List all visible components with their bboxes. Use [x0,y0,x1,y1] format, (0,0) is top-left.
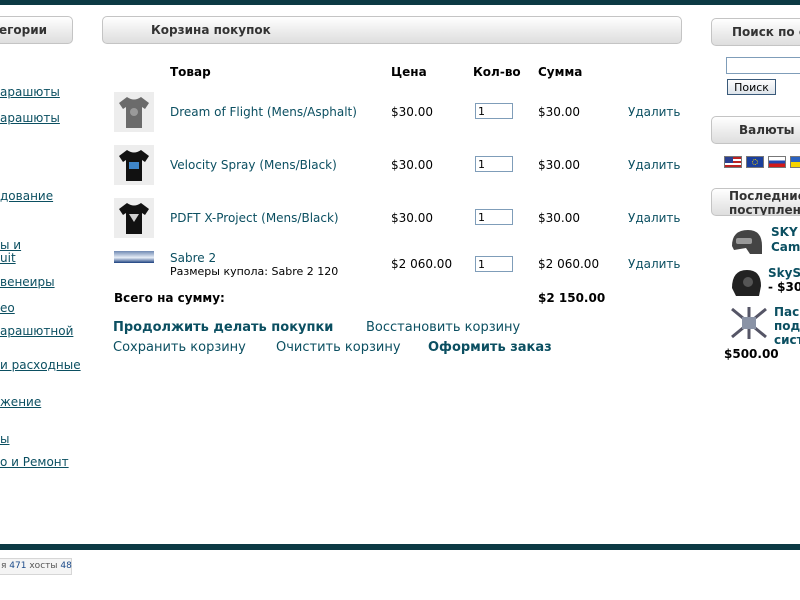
quantity-input[interactable] [475,156,513,172]
category-link[interactable]: дование [0,189,53,203]
new-products-heading: Последние поступлен [711,188,800,216]
price-cell: $30.00 [391,105,433,119]
quantity-input[interactable] [475,103,513,119]
price-cell: $30.00 [391,211,433,225]
category-link[interactable]: ы [0,432,9,446]
category-link[interactable]: арашюты [0,111,60,125]
column-header-qty: Кол-во [473,65,521,79]
usa-flag-icon[interactable] [724,156,742,168]
sum-cell: $2 060.00 [538,257,600,271]
price-cell: $30.00 [391,158,433,172]
visitor-counter[interactable]: я 471 хосты 48 [0,558,72,575]
tshirt-black-icon[interactable] [114,145,154,185]
price-cell: $2 060.00 [391,257,453,271]
helmet-icon[interactable] [726,224,766,264]
search-heading: Поиск по с [711,18,800,46]
save-cart-link[interactable]: Сохранить корзину [113,340,246,355]
counter-label: я [1,561,7,571]
product-name-link[interactable]: Velocity Spray (Mens/Black) [170,158,337,172]
russia-flag-icon[interactable] [768,156,786,168]
sum-cell: $30.00 [538,211,580,225]
remove-item-link[interactable]: Удалить [628,211,681,225]
category-link[interactable]: арашютной [0,324,73,338]
currency-heading: Валюты [711,116,800,144]
category-link[interactable]: венеиры [0,275,55,289]
new-product-price: - $30 [768,280,800,294]
column-header-product: Товар [170,65,211,79]
total-label: Всего на сумму: [114,291,225,305]
column-header-price: Цена [391,65,427,79]
cart-heading: Корзина покупок [102,16,682,44]
footer-bar [0,544,800,550]
sum-cell: $30.00 [538,158,580,172]
remove-item-link[interactable]: Удалить [628,105,681,119]
restore-cart-link[interactable]: Восстановить корзину [366,320,520,335]
tshirt-gray-icon[interactable] [114,92,154,132]
quantity-input[interactable] [475,209,513,225]
ukraine-flag-icon[interactable] [790,156,800,168]
category-link[interactable]: ео [0,301,15,315]
new-product-price: $500.00 [724,347,779,361]
remove-item-link[interactable]: Удалить [628,158,681,172]
clear-cart-link[interactable]: Очистить корзину [276,340,401,355]
product-name-link[interactable]: PDFT X-Project (Mens/Black) [170,211,339,225]
search-input[interactable] [726,57,800,74]
sum-cell: $30.00 [538,105,580,119]
continue-shopping-link[interactable]: Продолжить делать покупки [113,320,333,335]
product-name-link[interactable]: Sabre 2 [170,251,216,265]
category-link[interactable]: и расходные [0,358,81,372]
hosts-count: 48 [60,561,72,571]
hits-count: 471 [9,561,27,571]
eu-flag-icon[interactable] [746,156,764,168]
category-link[interactable]: uit [0,251,16,265]
new-product-link[interactable]: Пас [774,305,799,320]
category-link[interactable]: жение [0,395,41,409]
new-product-link[interactable]: SKY [771,225,798,240]
checkout-link[interactable]: Оформить заказ [428,340,552,355]
search-button[interactable]: Поиск [727,79,776,95]
new-product-link[interactable]: Cam [771,240,800,255]
total-value: $2 150.00 [538,291,606,305]
canopy-banner-icon[interactable] [114,251,154,263]
product-option-text: Размеры купола: Sabre 2 120 [170,265,339,278]
category-link[interactable]: ы и [0,238,21,252]
tshirt-black-icon[interactable] [114,198,154,238]
new-product-link[interactable]: SkyS [768,266,800,281]
harness-system-icon[interactable] [728,305,770,341]
remove-item-link[interactable]: Удалить [628,257,681,271]
category-link[interactable]: арашюты [0,85,60,99]
quantity-input[interactable] [475,256,513,272]
new-product-link[interactable]: под [774,319,800,334]
column-header-sum: Сумма [538,65,583,79]
hosts-label: хосты [29,561,58,571]
category-link[interactable]: о и Ремонт [0,455,69,469]
product-name-link[interactable]: Dream of Flight (Mens/Asphalt) [170,105,357,119]
helmet-icon[interactable] [726,264,766,304]
new-product-link[interactable]: сист [774,333,800,348]
top-bar [0,0,800,5]
categories-heading: егории [0,16,73,44]
